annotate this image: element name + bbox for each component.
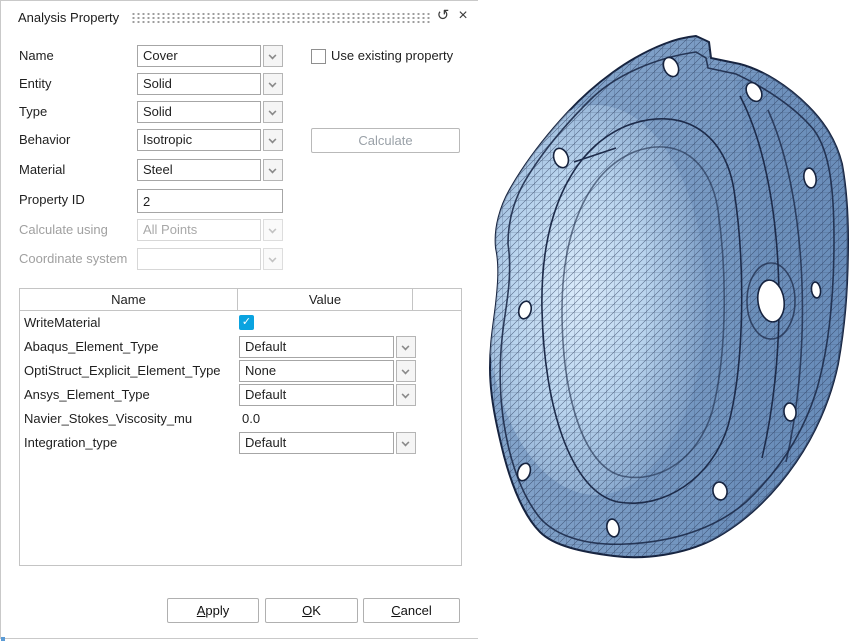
cancel-button[interactable]: Cancel [363, 598, 460, 623]
combo-value: Default [239, 432, 394, 454]
coordinate-system-label: Coordinate system [19, 248, 127, 270]
behavior-label: Behavior [19, 129, 70, 151]
table-row: Ansys_Element_Type Default [20, 383, 461, 407]
dropdown-arrow-icon [396, 360, 416, 382]
table-row: OptiStruct_Explicit_Element_Type None [20, 359, 461, 383]
table-header: Name Value [20, 289, 461, 311]
ok-button[interactable]: OK [265, 598, 358, 623]
use-existing-label: Use existing property [331, 45, 453, 67]
combo-value: Cover [137, 45, 261, 67]
combo-value: Default [239, 384, 394, 406]
dropdown-arrow-icon [396, 384, 416, 406]
column-header-name: Name [20, 289, 238, 310]
combo-value: Default [239, 336, 394, 358]
table-row: Navier_Stokes_Viscosity_mu 0.0 [20, 407, 461, 431]
dropdown-arrow-icon [263, 159, 283, 181]
model-viewport[interactable] [478, 0, 849, 641]
apply-button[interactable]: Apply [167, 598, 259, 623]
resize-grip[interactable] [1, 637, 5, 641]
calculate-button[interactable]: Calculate [311, 128, 460, 153]
close-icon[interactable]: × [454, 7, 472, 25]
combo-value: Isotropic [137, 129, 261, 151]
application-window: Analysis Property ↺ × Name Cover Use exi… [0, 0, 849, 641]
writematerial-checkbox[interactable]: ✓ [239, 315, 254, 330]
table-row: WriteMaterial ✓ [20, 311, 461, 335]
dialog-title: Analysis Property [18, 10, 119, 25]
combo-value: None [239, 360, 394, 382]
dropdown-arrow-icon [263, 101, 283, 123]
dropdown-arrow-icon [263, 45, 283, 67]
combo-value: Solid [137, 101, 261, 123]
reset-icon[interactable]: ↺ [434, 7, 452, 25]
dropdown-arrow-icon [263, 219, 283, 241]
name-label: Name [19, 45, 54, 67]
calculate-using-label: Calculate using [19, 219, 108, 241]
check-icon: ✓ [242, 316, 251, 328]
analysis-property-dialog: Analysis Property ↺ × Name Cover Use exi… [0, 0, 479, 639]
type-label: Type [19, 101, 47, 123]
table-row: Integration_type Default [20, 431, 461, 455]
drag-handle[interactable] [131, 12, 431, 24]
property-table: Name Value WriteMaterial ✓ Abaqus_Elemen… [19, 288, 462, 566]
use-existing-checkbox[interactable] [311, 49, 326, 64]
mesh-model [478, 0, 849, 641]
table-row: Abaqus_Element_Type Default [20, 335, 461, 359]
dropdown-arrow-icon [263, 73, 283, 95]
dropdown-arrow-icon [396, 336, 416, 358]
combo-value: All Points [137, 219, 261, 241]
property-id-label: Property ID [19, 189, 85, 211]
material-label: Material [19, 159, 65, 181]
navier-stokes-viscosity-value: 0.0 [242, 407, 260, 431]
dropdown-arrow-icon [263, 248, 283, 270]
entity-label: Entity [19, 73, 52, 95]
property-id-input[interactable] [137, 189, 283, 213]
combo-value: Solid [137, 73, 261, 95]
dropdown-arrow-icon [263, 129, 283, 151]
combo-value: Steel [137, 159, 261, 181]
dropdown-arrow-icon [396, 432, 416, 454]
combo-value [137, 248, 261, 270]
column-header-value: Value [238, 289, 413, 310]
